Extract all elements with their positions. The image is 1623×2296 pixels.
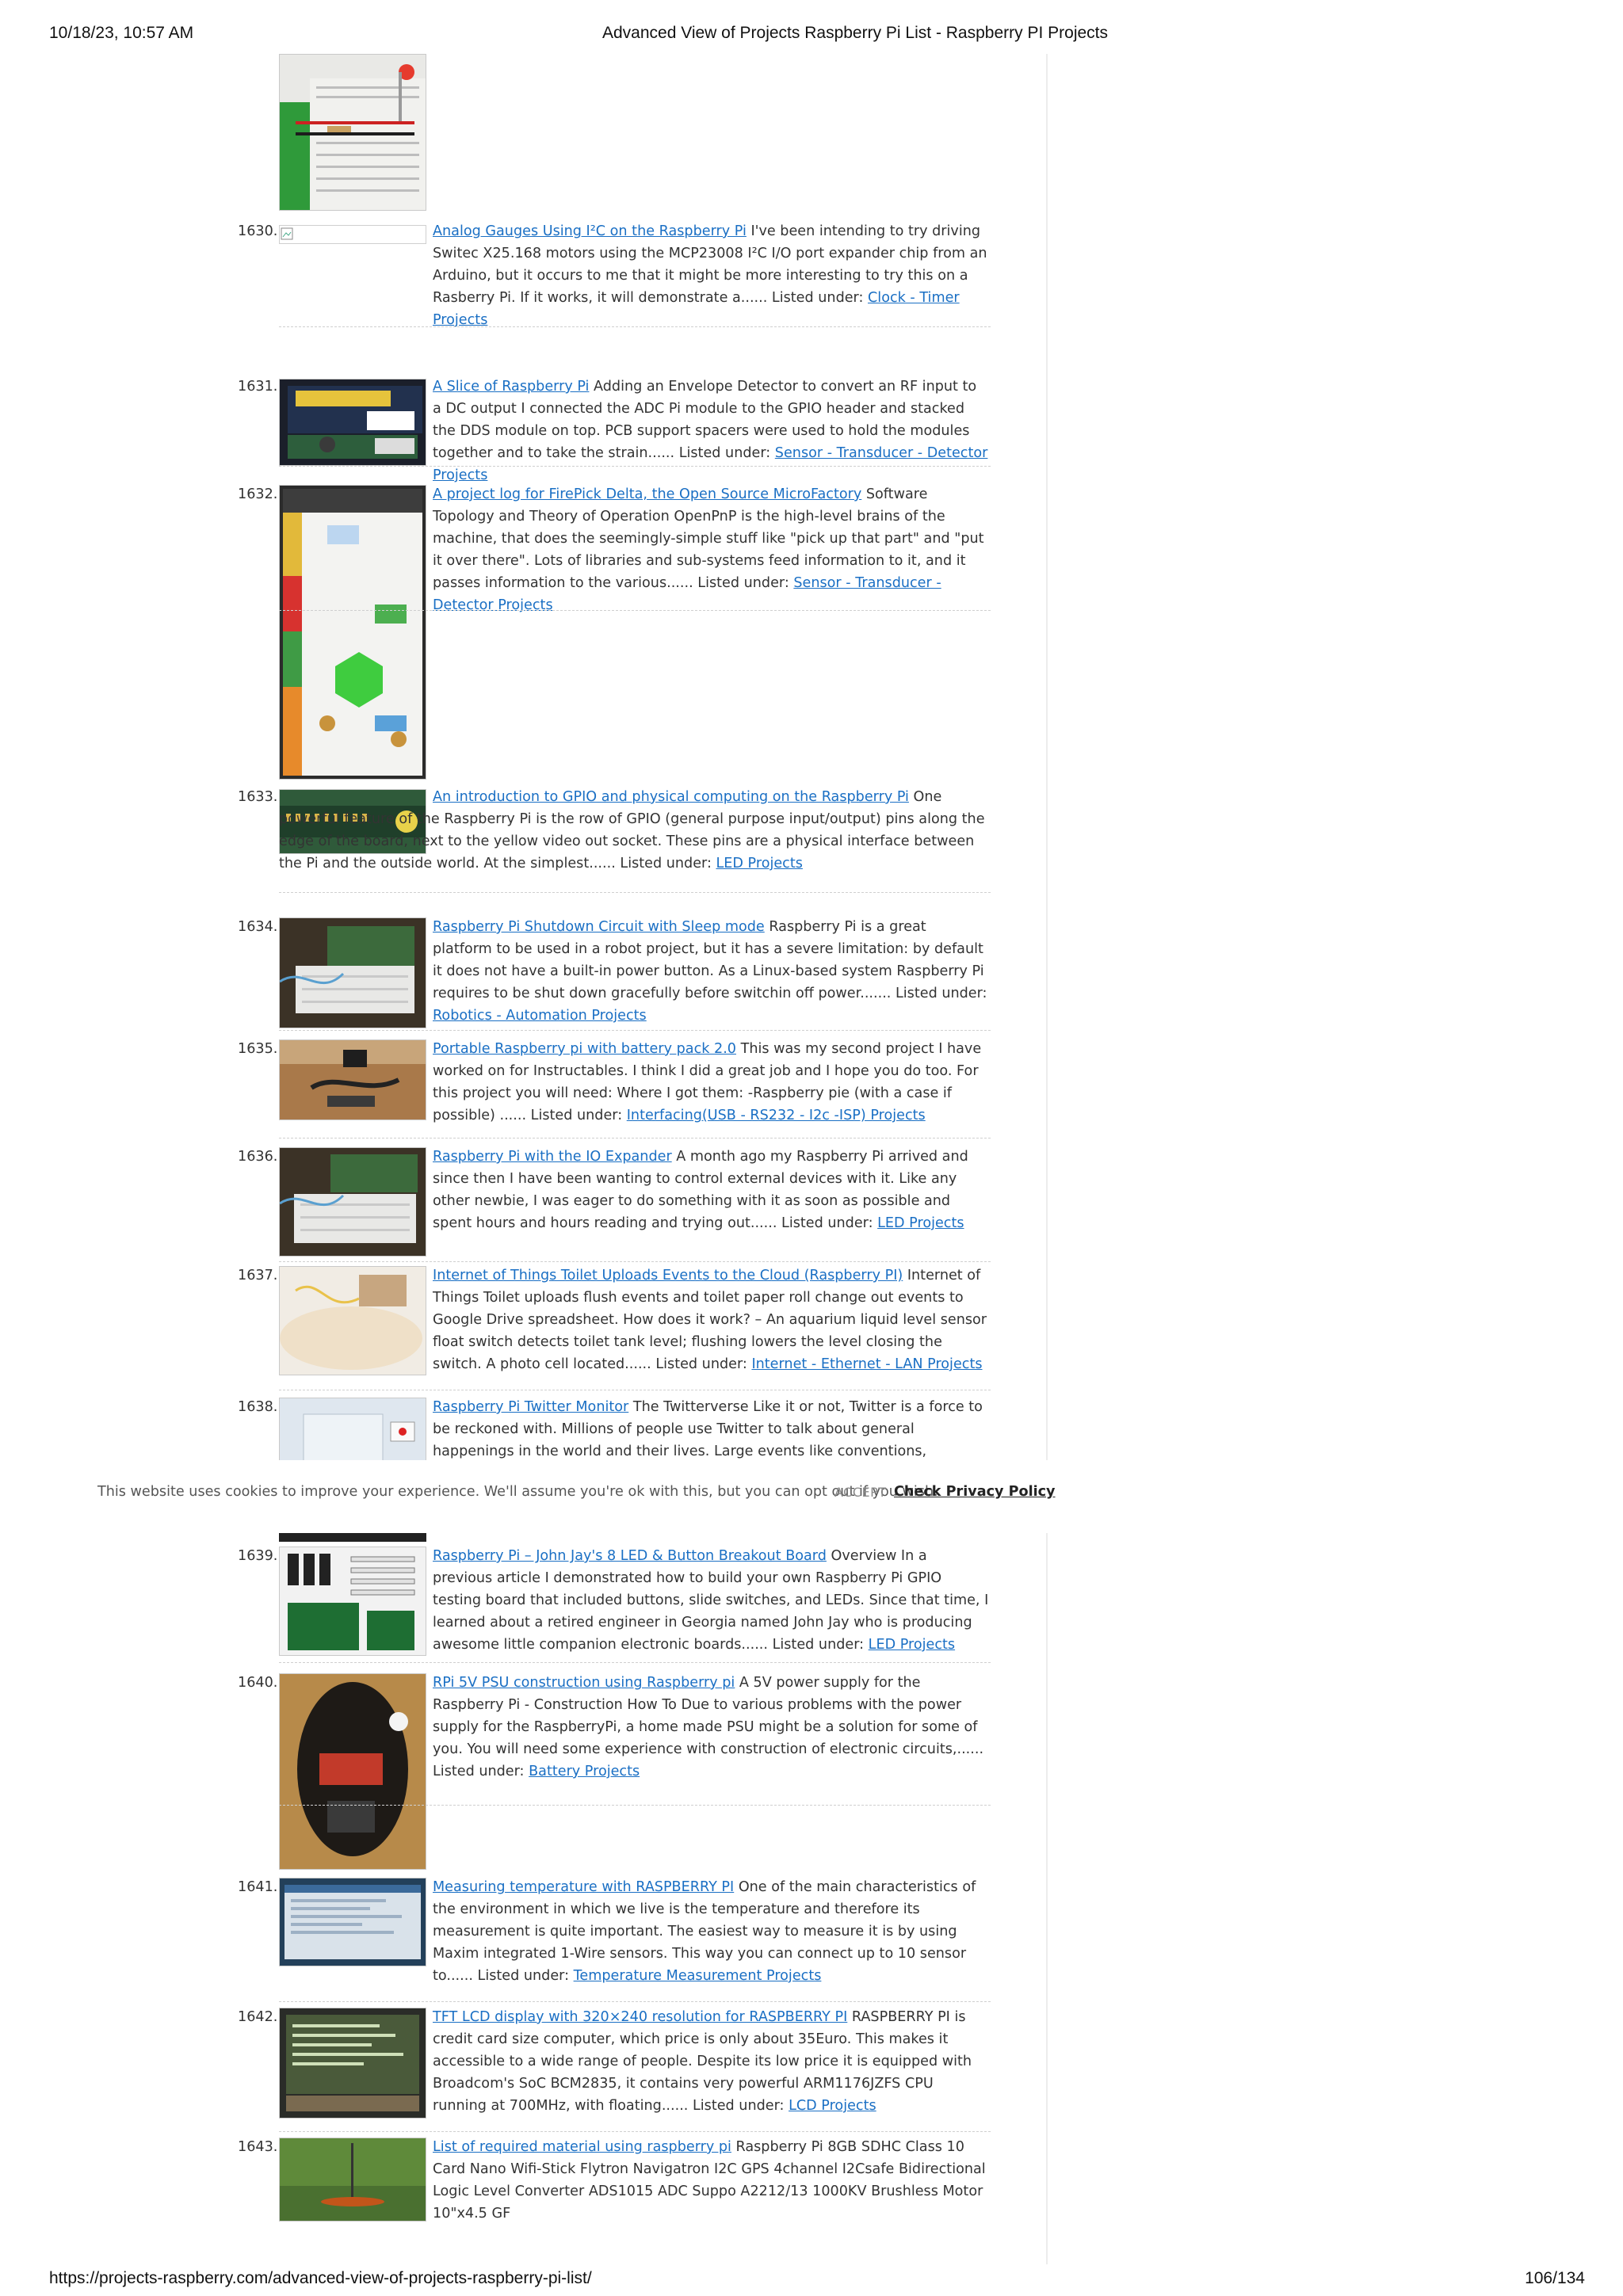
project-link[interactable]: A Slice of Raspberry Pi bbox=[433, 379, 589, 395]
project-thumbnail bbox=[279, 2138, 426, 2222]
category-link[interactable]: LED Projects bbox=[716, 856, 802, 871]
item-number: 1633. bbox=[238, 789, 278, 805]
listed-under-label: Listed under: bbox=[771, 290, 864, 306]
project-link[interactable]: Raspberry Pi Shutdown Circuit with Sleep… bbox=[433, 919, 765, 935]
item-number: 1635. bbox=[238, 1041, 278, 1057]
item-number: 1631. bbox=[238, 379, 278, 395]
project-thumbnail bbox=[279, 917, 426, 1028]
project-thumbnail bbox=[279, 1398, 426, 1463]
listed-under-label: Listed under: bbox=[433, 1764, 525, 1779]
item-text: Raspberry Pi Twitter Monitor The Twitter… bbox=[433, 1396, 989, 1463]
listed-under-label: Listed under: bbox=[697, 575, 789, 591]
entry-separator bbox=[279, 1805, 991, 1806]
item-text: RPi 5V PSU construction using Raspberry … bbox=[433, 1672, 989, 1783]
entry-separator bbox=[279, 1030, 991, 1031]
project-thumbnail bbox=[279, 485, 426, 780]
item-text: An introduction to GPIO and physical com… bbox=[279, 786, 989, 875]
item-text: Portable Raspberry pi with battery pack … bbox=[433, 1038, 989, 1127]
item-number: 1642. bbox=[238, 2009, 278, 2025]
category-link[interactable]: LCD Projects bbox=[789, 2098, 876, 2114]
item-text: Internet of Things Toilet Uploads Events… bbox=[433, 1264, 989, 1375]
entry-separator bbox=[279, 1261, 991, 1262]
project-link[interactable]: Portable Raspberry pi with battery pack … bbox=[433, 1041, 736, 1057]
entry-separator bbox=[279, 892, 991, 893]
item-number: 1637. bbox=[238, 1268, 278, 1283]
item-number: 1641. bbox=[238, 1879, 278, 1895]
item-number: 1643. bbox=[238, 2139, 278, 2155]
project-link[interactable]: List of required material using raspberr… bbox=[433, 2139, 731, 2155]
project-thumbnail bbox=[279, 1878, 426, 1966]
project-thumbnail bbox=[279, 1266, 426, 1375]
item-text: A Slice of Raspberry Pi Adding an Envelo… bbox=[433, 376, 989, 486]
item-text: Raspberry Pi with the IO Expander A mont… bbox=[433, 1146, 989, 1234]
sidebar-divider bbox=[1046, 54, 1048, 2264]
item-number: 1638. bbox=[238, 1399, 278, 1415]
listed-under-label: Listed under: bbox=[655, 1356, 747, 1372]
project-link[interactable]: Raspberry Pi Twitter Monitor bbox=[433, 1399, 628, 1415]
cookie-consent-bar: This website uses cookies to improve you… bbox=[0, 1460, 1623, 1533]
clipped-thumbnail-bottom bbox=[279, 1532, 426, 1542]
item-number: 1632. bbox=[238, 486, 278, 502]
project-link[interactable]: Raspberry Pi with the IO Expander bbox=[433, 1149, 672, 1165]
category-link[interactable]: LED Projects bbox=[869, 1637, 955, 1653]
entry-separator bbox=[279, 466, 991, 467]
item-text: A project log for FirePick Delta, the Op… bbox=[433, 483, 989, 616]
project-thumbnail bbox=[279, 379, 426, 466]
project-thumbnail bbox=[279, 1147, 426, 1257]
item-text: List of required material using raspberr… bbox=[433, 2136, 989, 2225]
category-link[interactable]: Battery Projects bbox=[529, 1764, 640, 1779]
category-link[interactable]: LED Projects bbox=[877, 1215, 964, 1231]
project-link[interactable]: Raspberry Pi – John Jay's 8 LED & Button… bbox=[433, 1548, 827, 1564]
listed-under-label: Listed under: bbox=[772, 1637, 865, 1653]
project-thumbnail bbox=[279, 54, 426, 211]
item-number: 1630. bbox=[238, 223, 278, 239]
entry-separator bbox=[279, 326, 991, 327]
item-text: Measuring temperature with RASPBERRY PI … bbox=[433, 1876, 989, 1987]
category-link[interactable]: Temperature Measurement Projects bbox=[574, 1968, 822, 1984]
category-link[interactable]: Robotics - Automation Projects bbox=[433, 1008, 647, 1024]
print-page-title: Advanced View of Projects Raspberry Pi L… bbox=[601, 24, 1109, 42]
project-thumbnail bbox=[279, 1547, 426, 1656]
listed-under-label: Listed under: bbox=[620, 856, 712, 871]
project-link[interactable]: A project log for FirePick Delta, the Op… bbox=[433, 486, 861, 502]
cookie-message: This website uses cookies to improve you… bbox=[97, 1484, 938, 1500]
print-url: https://projects-raspberry.com/advanced-… bbox=[49, 2269, 592, 2287]
project-link[interactable]: Internet of Things Toilet Uploads Events… bbox=[433, 1268, 903, 1283]
broken-image-icon bbox=[279, 225, 426, 244]
category-link[interactable]: Interfacing(USB - RS232 - I2c -ISP) Proj… bbox=[627, 1108, 926, 1123]
project-link[interactable]: RPi 5V PSU construction using Raspberry … bbox=[433, 1675, 735, 1691]
project-thumbnail bbox=[279, 1673, 426, 1870]
listed-under-label: Listed under: bbox=[477, 1968, 570, 1984]
project-link[interactable]: TFT LCD display with 320×240 resolution … bbox=[433, 2009, 847, 2025]
listed-under-label: Listed under: bbox=[678, 445, 771, 461]
item-text: Raspberry Pi – John Jay's 8 LED & Button… bbox=[433, 1545, 989, 1656]
category-link[interactable]: Internet - Ethernet - LAN Projects bbox=[751, 1356, 982, 1372]
entry-separator bbox=[279, 1662, 991, 1663]
accept-cookies-button[interactable]: ACCEPT bbox=[834, 1485, 887, 1500]
item-number: 1640. bbox=[238, 1675, 278, 1691]
print-header: 10/18/23, 10:57 AM Advanced View of Proj… bbox=[0, 24, 1623, 48]
project-link[interactable]: An introduction to GPIO and physical com… bbox=[433, 789, 909, 805]
item-number: 1639. bbox=[238, 1548, 278, 1564]
item-text: TFT LCD display with 320×240 resolution … bbox=[433, 2006, 989, 2117]
list-item: 1638. Raspberry Pi Twitter Monitor The T… bbox=[238, 1396, 991, 1463]
item-number: 1636. bbox=[238, 1149, 278, 1165]
project-thumbnail bbox=[279, 1039, 426, 1120]
project-thumbnail bbox=[279, 2008, 426, 2119]
print-footer: https://projects-raspberry.com/advanced-… bbox=[0, 2269, 1623, 2293]
listed-under-label: Listed under: bbox=[692, 2098, 785, 2114]
project-link[interactable]: Analog Gauges Using I²C on the Raspberry… bbox=[433, 223, 747, 239]
listed-under-label: Listed under: bbox=[895, 986, 987, 1001]
item-text: Raspberry Pi Shutdown Circuit with Sleep… bbox=[433, 916, 989, 1027]
print-page-number: 106/134 bbox=[1525, 2269, 1585, 2287]
item-number: 1634. bbox=[238, 919, 278, 935]
listed-under-label: Listed under: bbox=[530, 1108, 623, 1123]
listed-under-label: Listed under: bbox=[781, 1215, 873, 1231]
project-link[interactable]: Measuring temperature with RASPBERRY PI bbox=[433, 1879, 734, 1895]
entry-separator bbox=[279, 2131, 991, 2132]
item-text: Analog Gauges Using I²C on the Raspberry… bbox=[433, 220, 989, 331]
entry-separator bbox=[279, 610, 991, 611]
entry-separator bbox=[279, 2001, 991, 2002]
privacy-policy-link[interactable]: Check Privacy Policy bbox=[894, 1484, 1056, 1500]
